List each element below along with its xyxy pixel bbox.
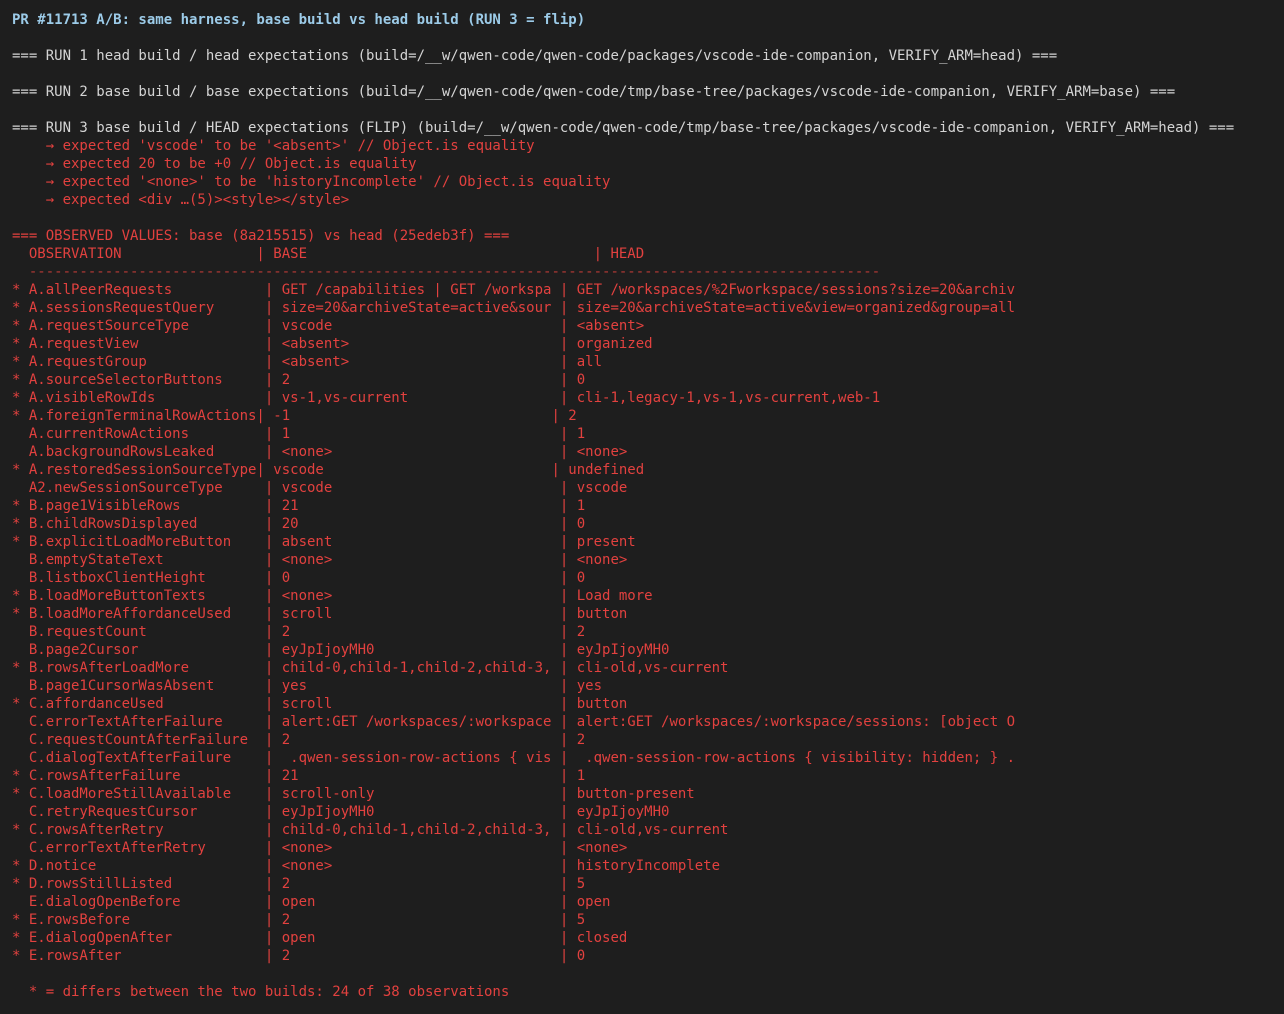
failure-line: → expected 20 to be +0 // Object.is equa… — [12, 156, 417, 172]
page-title: PR #11713 A/B: same harness, base build … — [12, 12, 586, 28]
table-row: * C.rowsAfterRetry | child-0,child-1,chi… — [12, 822, 729, 838]
table-row: * E.rowsBefore | 2 | 5 — [12, 912, 586, 928]
table-row: * A.allPeerRequests | GET /capabilities … — [12, 282, 1016, 298]
table-row: C.retryRequestCursor | eyJpIjoyMH0 | eyJ… — [12, 804, 670, 820]
table-row: * A.requestGroup | <absent> | all — [12, 354, 603, 370]
table-header: OBSERVATION | BASE | HEAD — [12, 246, 645, 262]
table-row: * E.rowsAfter | 2 | 0 — [12, 948, 586, 964]
observation-table: * A.allPeerRequests | GET /capabilities … — [12, 281, 1284, 965]
table-row: C.errorTextAfterFailure | alert:GET /wor… — [12, 714, 1016, 730]
table-separator: ----------------------------------------… — [12, 264, 881, 280]
table-row: A2.newSessionSourceType | vscode | vscod… — [12, 480, 628, 496]
table-row: * E.dialogOpenAfter | open | closed — [12, 930, 628, 946]
failure-line: → expected <div …(5)><style></style> — [12, 192, 350, 208]
table-row: * D.rowsStillListed | 2 | 5 — [12, 876, 586, 892]
table-row: A.currentRowActions | 1 | 1 — [12, 426, 586, 442]
table-row: * A.sourceSelectorButtons | 2 | 0 — [12, 372, 586, 388]
table-row: * A.sessionsRequestQuery | size=20&archi… — [12, 300, 1016, 316]
table-row: * B.explicitLoadMoreButton | absent | pr… — [12, 534, 636, 550]
table-row: B.listboxClientHeight | 0 | 0 — [12, 570, 586, 586]
run-1-header: === RUN 1 head build / head expectations… — [12, 48, 1058, 64]
table-row: * A.requestSourceType | vscode | <absent… — [12, 318, 645, 334]
table-row: * B.loadMoreButtonTexts | <none> | Load … — [12, 588, 653, 604]
table-row: * C.loadMoreStillAvailable | scroll-only… — [12, 786, 695, 802]
table-row: * C.affordanceUsed | scroll | button — [12, 696, 628, 712]
table-row: E.dialogOpenBefore | open | open — [12, 894, 611, 910]
terminal-output: PR #11713 A/B: same harness, base build … — [12, 11, 1284, 1001]
table-row: * D.notice | <none> | historyIncomplete — [12, 858, 721, 874]
table-row: B.emptyStateText | <none> | <none> — [12, 552, 628, 568]
failure-line: → expected 'vscode' to be '<absent>' // … — [12, 138, 535, 154]
table-row: B.page1CursorWasAbsent | yes | yes — [12, 678, 603, 694]
table-row: * A.requestView | <absent> | organized — [12, 336, 653, 352]
table-row: C.dialogTextAfterFailure | .qwen-session… — [12, 750, 1016, 766]
footnote: * = differs between the two builds: 24 o… — [12, 984, 510, 1000]
table-row: * B.page1VisibleRows | 21 | 1 — [12, 498, 586, 514]
run-2-header: === RUN 2 base build / base expectations… — [12, 84, 1176, 100]
table-row: B.page2Cursor | eyJpIjoyMH0 | eyJpIjoyMH… — [12, 642, 670, 658]
table-row: * C.rowsAfterFailure | 21 | 1 — [12, 768, 586, 784]
table-row: C.errorTextAfterRetry | <none> | <none> — [12, 840, 628, 856]
run-3-header: === RUN 3 base build / HEAD expectations… — [12, 120, 1235, 136]
failure-line: → expected '<none>' to be 'historyIncomp… — [12, 174, 611, 190]
table-row: * B.rowsAfterLoadMore | child-0,child-1,… — [12, 660, 729, 676]
table-row: A.backgroundRowsLeaked | <none> | <none> — [12, 444, 628, 460]
table-row: * B.loadMoreAffordanceUsed | scroll | bu… — [12, 606, 628, 622]
table-row: * A.visibleRowIds | vs-1,vs-current | cl… — [12, 390, 881, 406]
table-row: C.requestCountAfterFailure | 2 | 2 — [12, 732, 586, 748]
observed-values-header: === OBSERVED VALUES: base (8a215515) vs … — [12, 228, 510, 244]
table-row: * B.childRowsDisplayed | 20 | 0 — [12, 516, 586, 532]
table-row: * A.foreignTerminalRowActions| -1 | 2 — [12, 408, 577, 424]
table-row: * A.restoredSessionSourceType| vscode | … — [12, 462, 645, 478]
table-row: B.requestCount | 2 | 2 — [12, 624, 586, 640]
